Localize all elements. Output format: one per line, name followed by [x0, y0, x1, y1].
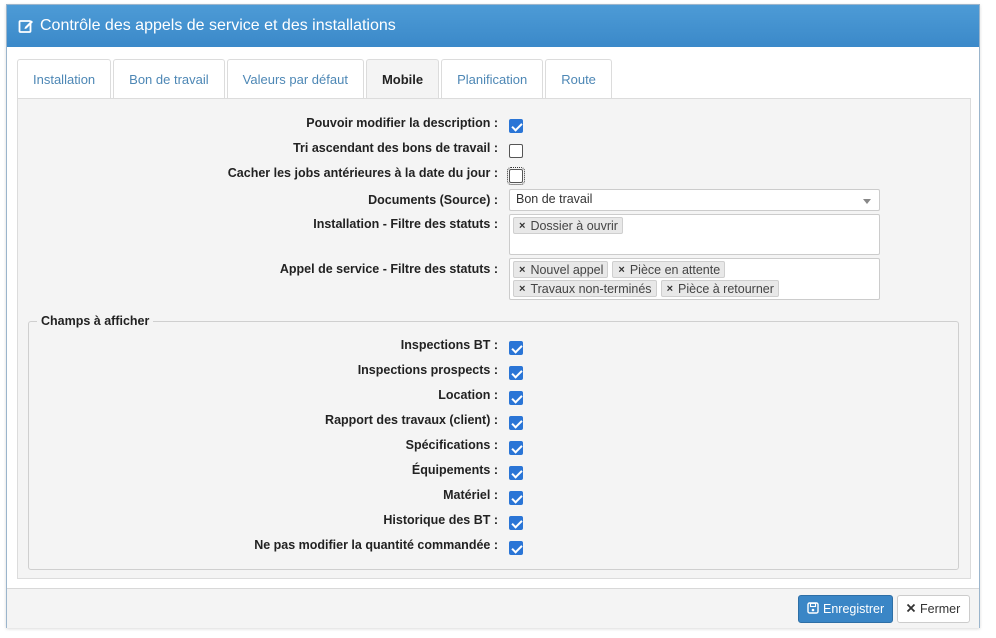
field-checkbox[interactable] — [509, 516, 523, 530]
installation-filter-row: Installation - Filtre des statuts : × Dos… — [18, 214, 972, 256]
hide-past-jobs-checkbox[interactable] — [507, 167, 525, 185]
installation-filter-multiselect[interactable]: × Dossier à ouvrir — [509, 214, 880, 255]
modal-header: Contrôle des appels de service et des in… — [7, 5, 979, 47]
field-label: Inspections prospects : — [357, 363, 498, 377]
modal-dialog: Contrôle des appels de service et des in… — [6, 4, 980, 628]
field-label: Équipements : — [411, 463, 498, 477]
field-label: Matériel : — [443, 488, 498, 502]
edit-description-row: Pouvoir modifier la description : — [18, 113, 972, 135]
save-icon — [807, 601, 819, 617]
service-call-filter-label: Appel de service - Filtre des statuts : — [279, 262, 498, 276]
remove-tag-icon[interactable]: × — [618, 264, 624, 276]
tab-mobile[interactable]: Mobile — [365, 59, 440, 99]
field-row: Inspections prospects : — [18, 360, 972, 382]
field-row: Rapport des travaux (client) : — [18, 410, 972, 432]
field-checkbox[interactable] — [509, 416, 523, 430]
documents-source-select[interactable]: Bon de travail — [509, 189, 880, 211]
hide-past-jobs-row: Cacher les jobs antérieures à la date du… — [18, 163, 972, 185]
tab-route[interactable]: Route — [545, 59, 612, 99]
sort-ascending-checkbox[interactable] — [509, 144, 523, 158]
save-button-label: Enregistrer — [823, 602, 885, 616]
field-checkbox[interactable] — [509, 366, 523, 380]
field-label: Location : — [438, 388, 498, 402]
tab-bon-de-travail[interactable]: Bon de travail — [113, 59, 225, 99]
field-row: Ne pas modifier la quantité commandée : — [18, 535, 972, 557]
edit-icon — [18, 18, 34, 34]
service-call-filter-row: Appel de service - Filtre des statuts : … — [18, 258, 972, 300]
remove-tag-icon[interactable]: × — [667, 283, 673, 295]
service-call-filter-multiselect[interactable]: × Nouvel appel × Pièce en attente × Travaux… — [509, 258, 880, 300]
status-tag: × Nouvel appel — [513, 261, 609, 278]
tab-valeurs-par-defaut[interactable]: Valeurs par défaut — [226, 59, 364, 99]
field-checkbox[interactable] — [509, 391, 523, 405]
close-button[interactable]: Fermer — [897, 595, 970, 623]
remove-tag-icon[interactable]: × — [519, 283, 525, 295]
fields-to-display-legend: Champs à afficher — [41, 314, 150, 328]
field-label: Inspections BT : — [400, 338, 498, 352]
field-row: Inspections BT : — [18, 335, 972, 357]
edit-description-label: Pouvoir modifier la description : — [306, 116, 498, 130]
remove-tag-icon[interactable]: × — [519, 264, 525, 276]
field-row: Historique des BT : — [18, 510, 972, 532]
mobile-tab-pane: Pouvoir modifier la description : Tri as… — [17, 98, 971, 579]
close-icon — [906, 602, 916, 616]
field-row: Spécifications : — [18, 435, 972, 457]
sort-ascending-row: Tri ascendant des bons de travail : — [18, 138, 972, 160]
field-checkbox[interactable] — [509, 541, 523, 555]
tab-installation[interactable]: Installation — [17, 59, 112, 99]
field-checkbox[interactable] — [509, 466, 523, 480]
chevron-down-icon — [863, 199, 871, 204]
field-label: Ne pas modifier la quantité commandée : — [254, 538, 498, 552]
field-label: Spécifications : — [405, 438, 498, 452]
tab-planification[interactable]: Planification — [441, 59, 544, 99]
tab-bar: Installation Bon de travail Valeurs par … — [17, 59, 614, 99]
documents-source-value: Bon de travail — [516, 192, 593, 206]
modal-title: Contrôle des appels de service et des in… — [40, 17, 396, 34]
remove-tag-icon[interactable]: × — [519, 220, 525, 232]
sort-ascending-label: Tri ascendant des bons de travail : — [293, 141, 498, 155]
hide-past-jobs-label: Cacher les jobs antérieures à la date du… — [227, 166, 498, 180]
installation-filter-label: Installation - Filtre des statuts : — [313, 217, 498, 231]
status-tag: × Pièce à retourner — [660, 280, 779, 297]
field-row: Matériel : — [18, 485, 972, 507]
status-tag: × Travaux non-terminés — [513, 280, 657, 297]
field-checkbox[interactable] — [509, 341, 523, 355]
field-label: Rapport des travaux (client) : — [325, 413, 498, 427]
status-tag: × Dossier à ouvrir — [513, 217, 623, 234]
edit-description-checkbox[interactable] — [509, 119, 523, 133]
documents-source-row: Documents (Source) : Bon de travail — [18, 189, 972, 211]
modal-footer: Enregistrer Fermer — [7, 588, 979, 628]
field-checkbox[interactable] — [509, 441, 523, 455]
field-label: Historique des BT : — [383, 513, 498, 527]
field-checkbox[interactable] — [509, 491, 523, 505]
field-row: Location : — [18, 385, 972, 407]
documents-source-label: Documents (Source) : — [368, 193, 498, 207]
save-button[interactable]: Enregistrer — [798, 595, 893, 623]
status-tag: × Pièce en attente — [612, 261, 726, 278]
field-row: Équipements : — [18, 460, 972, 482]
close-button-label: Fermer — [920, 602, 961, 616]
